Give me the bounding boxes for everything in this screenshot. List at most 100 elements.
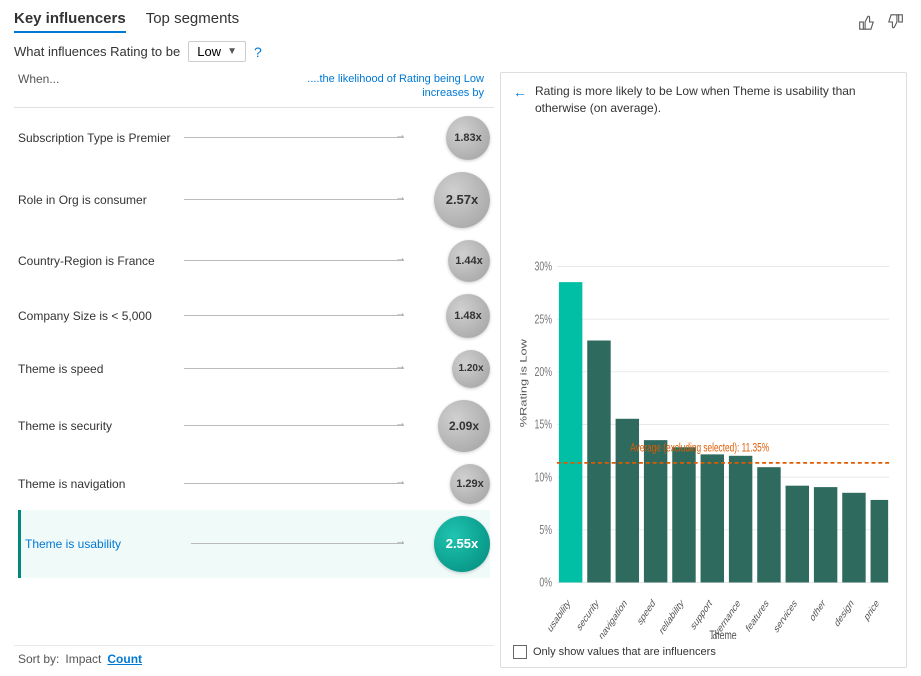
right-header: ← Rating is more likely to be Low when T…	[513, 83, 894, 117]
influencer-label: Theme is usability	[25, 537, 185, 551]
bar-other	[814, 487, 837, 582]
influencer-item[interactable]: Role in Org is consumer 2.57x	[18, 166, 490, 234]
likelihood-label: ....the likelihood of Rating being Low i…	[304, 72, 484, 101]
influencer-item[interactable]: Theme is navigation 1.29x	[18, 458, 490, 510]
left-panel: When... ....the likelihood of Rating bei…	[14, 72, 494, 668]
bar-services	[786, 485, 809, 582]
svg-text:5%: 5%	[539, 523, 552, 537]
influencer-bubble: 1.83x	[446, 116, 490, 160]
dropdown-value: Low	[197, 44, 221, 59]
connector-line	[191, 543, 404, 544]
main-content: When... ....the likelihood of Rating bei…	[14, 72, 907, 668]
svg-text:security: security	[575, 597, 600, 634]
bubble-wrapper: 2.55x	[410, 516, 490, 572]
connector-line	[184, 137, 404, 138]
influencer-item[interactable]: Theme is security 2.09x	[18, 394, 490, 458]
connector-line	[184, 425, 404, 426]
influencer-label: Theme is navigation	[18, 477, 178, 491]
bar-chart: %Rating is Low 0% 5% 10% 15% 20%	[513, 127, 894, 639]
influencer-checkbox[interactable]	[513, 645, 527, 659]
connector-line	[184, 315, 404, 316]
influencer-label: Company Size is < 5,000	[18, 309, 178, 323]
rating-dropdown[interactable]: Low ▼	[188, 41, 246, 62]
influencer-item[interactable]: Company Size is < 5,000 1.48x	[18, 288, 490, 344]
influencer-label: Subscription Type is Premier	[18, 131, 178, 145]
left-header: When... ....the likelihood of Rating bei…	[14, 72, 494, 108]
svg-text:20%: 20%	[534, 365, 552, 379]
bubble-value: 1.44x	[455, 255, 483, 267]
bar-price	[871, 500, 889, 583]
bar-usability	[559, 282, 582, 582]
influencer-label: Theme is security	[18, 419, 178, 433]
influencer-bubble: 2.09x	[438, 400, 490, 452]
influencer-bubble: 2.55x	[434, 516, 490, 572]
svg-text:other: other	[809, 596, 828, 624]
influencer-label: Role in Org is consumer	[18, 193, 178, 207]
bubble-value: 1.20x	[458, 363, 483, 374]
svg-text:navigation: navigation	[598, 597, 629, 639]
tab-bar: Key influencers Top segments	[14, 10, 239, 33]
chart-footer: Only show values that are influencers	[513, 645, 894, 659]
influencer-list: Subscription Type is Premier 1.83x Role …	[14, 110, 494, 645]
bubble-wrapper: 1.20x	[410, 350, 490, 388]
right-panel: ← Rating is more likely to be Low when T…	[500, 72, 907, 668]
help-icon[interactable]: ?	[254, 44, 262, 60]
bubble-wrapper: 1.44x	[410, 240, 490, 282]
svg-text:reliability: reliability	[658, 597, 686, 637]
chart-area: %Rating is Low 0% 5% 10% 15% 20%	[513, 127, 894, 659]
tab-top-segments[interactable]: Top segments	[146, 10, 239, 33]
svg-text:30%: 30%	[534, 260, 552, 274]
bar-speed	[644, 440, 667, 582]
sort-row: Sort by: Impact Count	[14, 645, 494, 668]
subtitle-text: What influences Rating to be	[14, 44, 180, 59]
bubble-wrapper: 1.48x	[410, 294, 490, 338]
sort-label: Sort by:	[18, 652, 59, 666]
svg-text:0%: 0%	[539, 576, 552, 590]
when-label: When...	[18, 72, 59, 101]
connector-line	[184, 368, 404, 369]
sort-impact[interactable]: Impact	[65, 652, 101, 666]
influencer-item[interactable]: Theme is speed 1.20x	[18, 344, 490, 394]
influencer-bubble: 1.29x	[450, 464, 490, 504]
influencer-item[interactable]: Theme is usability 2.55x	[18, 510, 490, 578]
influencer-item[interactable]: Subscription Type is Premier 1.83x	[18, 110, 490, 166]
bar-support	[701, 454, 724, 582]
bubble-wrapper: 2.09x	[410, 400, 490, 452]
subtitle-row: What influences Rating to be Low ▼ ?	[14, 41, 907, 62]
influencer-item[interactable]: Country-Region is France 1.44x	[18, 234, 490, 288]
svg-text:10%: 10%	[534, 471, 552, 485]
bubble-value: 1.29x	[456, 478, 484, 490]
influencer-label: Theme is speed	[18, 362, 178, 376]
svg-text:25%: 25%	[534, 313, 552, 327]
right-panel-title: Rating is more likely to be Low when The…	[535, 83, 894, 117]
bar-governance	[729, 455, 752, 582]
connector-line	[184, 199, 404, 200]
bubble-value: 2.55x	[446, 536, 479, 551]
avg-line-label: Average (excluding selected): 11.35%	[630, 442, 769, 455]
svg-text:Theme: Theme	[709, 629, 736, 639]
tab-key-influencers[interactable]: Key influencers	[14, 10, 126, 33]
bubble-wrapper: 1.29x	[410, 464, 490, 504]
bar-design	[842, 492, 865, 582]
influencer-bubble: 2.57x	[434, 172, 490, 228]
checkbox-label: Only show values that are influencers	[533, 646, 716, 658]
svg-text:design: design	[833, 597, 855, 630]
sort-count[interactable]: Count	[107, 652, 142, 666]
thumbs-up-icon[interactable]	[855, 11, 877, 33]
back-arrow-icon[interactable]: ←	[513, 84, 527, 100]
svg-text:15%: 15%	[534, 418, 552, 432]
chart-wrapper: %Rating is Low 0% 5% 10% 15% 20%	[513, 127, 894, 639]
influencer-bubble: 1.44x	[448, 240, 490, 282]
bubble-value: 2.57x	[446, 192, 479, 207]
bar-features	[757, 467, 780, 582]
bubble-wrapper: 1.83x	[410, 116, 490, 160]
bubble-value: 1.48x	[454, 310, 482, 322]
influencer-label: Country-Region is France	[18, 254, 178, 268]
influencer-bubble: 1.20x	[452, 350, 490, 388]
header: Key influencers Top segments	[14, 10, 907, 33]
svg-text:speed: speed	[636, 597, 657, 628]
svg-text:%Rating is Low: %Rating is Low	[519, 339, 529, 427]
bubble-value: 2.09x	[449, 419, 479, 433]
thumbs-down-icon[interactable]	[885, 11, 907, 33]
influencer-bubble: 1.48x	[446, 294, 490, 338]
